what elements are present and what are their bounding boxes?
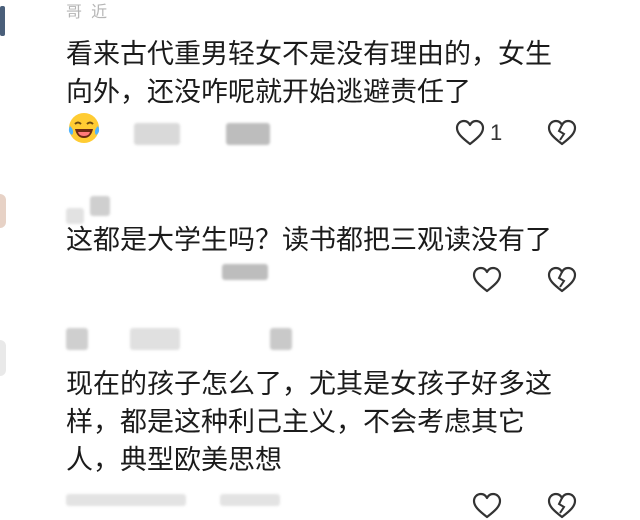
blurred-meta: [270, 328, 292, 350]
blurred-meta: [220, 494, 280, 506]
like-button[interactable]: [472, 492, 502, 520]
blurred-meta: [222, 264, 268, 280]
blurred-meta: [226, 123, 270, 145]
like-count: 1: [490, 120, 503, 145]
comment-text: 这都是大学生吗？读书都把三观读没有了: [66, 222, 586, 260]
like-button[interactable]: [455, 119, 485, 147]
comment-text-line: 看来古代重男轻女不是没有理由的，女生: [66, 39, 552, 70]
heart-outline-icon: [472, 492, 502, 519]
broken-heart-icon: [547, 266, 577, 293]
blurred-meta: [90, 196, 110, 216]
avatar-edge[interactable]: [0, 340, 6, 376]
avatar-edge[interactable]: [0, 194, 6, 228]
blurred-meta: [134, 123, 180, 145]
heart-outline-icon: [455, 119, 485, 146]
dislike-button[interactable]: [547, 266, 577, 294]
blurred-meta: [66, 494, 186, 506]
comment-meta: 哥 近: [66, 2, 110, 21]
comment-text-line: 样，都是这种利己主义，不会考虑其它: [66, 407, 525, 438]
dislike-button[interactable]: [547, 492, 577, 520]
like-button[interactable]: [472, 266, 502, 294]
comment-text-line: 这都是大学生吗？读书都把三观读没有了: [66, 225, 552, 256]
dislike-button[interactable]: [547, 119, 577, 147]
avatar-edge[interactable]: [0, 6, 5, 36]
broken-heart-icon: [547, 119, 577, 146]
blurred-meta: [66, 328, 88, 350]
heart-outline-icon: [472, 266, 502, 293]
comment-text-line: 现在的孩子怎么了，尤其是女孩子好多这: [66, 369, 552, 400]
comment-text-line: 人，典型欧美思想: [66, 445, 282, 476]
broken-heart-icon: [547, 492, 577, 519]
blurred-meta: [130, 328, 180, 350]
comment-text: 现在的孩子怎么了，尤其是女孩子好多这 样，都是这种利己主义，不会考虑其它 人，典…: [66, 366, 586, 480]
